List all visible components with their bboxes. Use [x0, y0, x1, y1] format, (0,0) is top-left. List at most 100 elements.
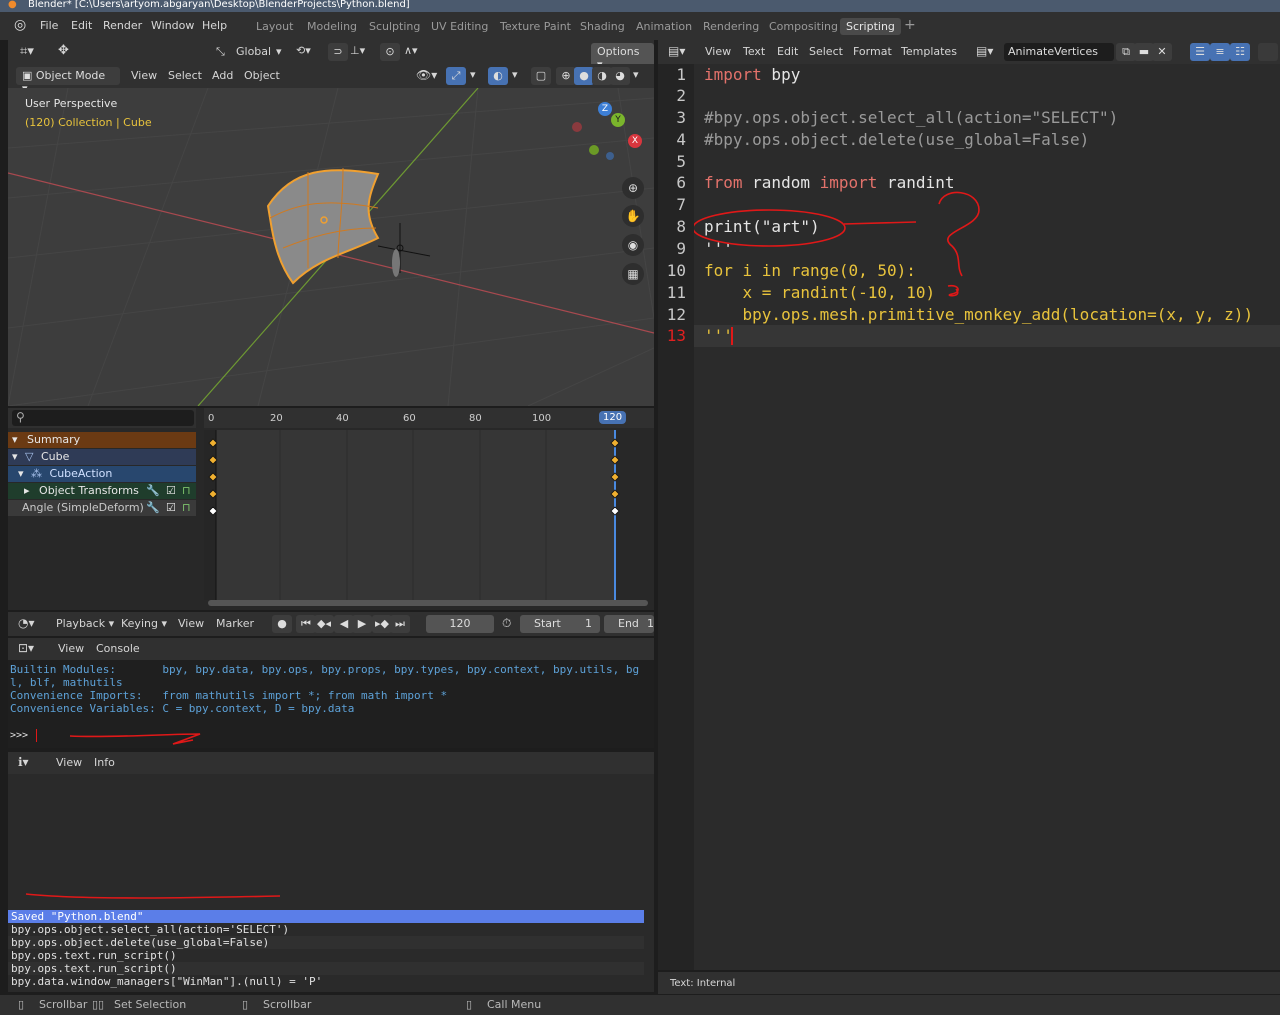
gizmo-neg-z[interactable]	[606, 152, 614, 160]
duplicate-text-icon[interactable]: ⧉	[1116, 43, 1136, 61]
menu-add[interactable]: Add	[212, 69, 233, 82]
orientation-dropdown[interactable]: Global	[236, 45, 271, 58]
tab-rendering[interactable]: Rendering	[697, 18, 765, 35]
wrench-icon[interactable]: 🔧	[146, 500, 160, 516]
close-icon[interactable]: ✕	[1152, 43, 1172, 61]
menu-edit[interactable]: Edit	[777, 45, 798, 58]
ortho-grid-icon[interactable]: ▦	[622, 263, 644, 285]
chevron-down-icon[interactable]: ▾	[470, 68, 476, 81]
snap-target-icon[interactable]: ⊥▾	[350, 44, 365, 57]
tab-layout[interactable]: Layout	[250, 18, 299, 35]
tab-compositing[interactable]: Compositing	[763, 18, 844, 35]
add-workspace-button[interactable]: +	[898, 15, 922, 35]
snap-icon[interactable]: ⊃	[328, 43, 348, 61]
text-browse-icon[interactable]: ▤▾	[976, 44, 993, 58]
info-log-line[interactable]: bpy.ops.text.run_script()	[8, 949, 644, 962]
line-numbers-toggle-icon[interactable]: ☰	[1190, 43, 1210, 61]
next-keyframe-icon[interactable]: ▸◆	[372, 615, 392, 633]
wireframe-shading-icon[interactable]: ⊕	[556, 67, 576, 85]
tab-modeling[interactable]: Modeling	[301, 18, 363, 35]
prev-keyframe-icon[interactable]: ◆◂	[314, 615, 334, 633]
gizmo-x-axis[interactable]: X	[628, 134, 642, 148]
keying-dropdown[interactable]: Keying ▾	[121, 617, 167, 630]
wrench-icon[interactable]: 🔧	[146, 483, 160, 499]
collapse-arrow-icon[interactable]: ▾	[8, 467, 24, 480]
menu-view[interactable]: View	[58, 642, 84, 655]
dopesheet-scrollbar[interactable]	[208, 600, 648, 606]
editor-type-icon[interactable]: ⌗▾	[20, 44, 34, 59]
text-datablock-name[interactable]: AnimateVertices	[1004, 43, 1114, 61]
menu-format[interactable]: Format	[853, 45, 892, 58]
menu-help[interactable]: Help	[202, 19, 227, 32]
current-frame-indicator[interactable]: 120	[599, 411, 627, 424]
camera-view-icon[interactable]: ◉	[622, 234, 644, 256]
menu-templates[interactable]: Templates	[901, 45, 957, 58]
info-log-line[interactable]: bpy.data.window_managers["WinMan"].(null…	[8, 975, 644, 988]
chevron-down-icon[interactable]: ▾	[633, 68, 639, 81]
channel-search-input[interactable]: ⚲	[12, 410, 194, 426]
info-log-line[interactable]: bpy.ops.object.select_all(action='SELECT…	[8, 923, 644, 936]
menu-console[interactable]: Console	[96, 642, 140, 655]
menu-select[interactable]: Select	[168, 69, 202, 82]
tab-texture-paint[interactable]: Texture Paint	[494, 18, 577, 35]
frame-ruler[interactable]: 0 20 40 60 80 100 120	[204, 408, 654, 428]
menu-window[interactable]: Window	[151, 19, 194, 32]
menu-view[interactable]: View	[56, 756, 82, 769]
checkbox-icon[interactable]: ☑	[166, 500, 176, 516]
channel-object-transforms[interactable]: ▸ Object Transforms 🔧 ☑ ⊓	[8, 483, 196, 499]
expand-arrow-icon[interactable]: ▸	[8, 484, 30, 497]
gizmo-neg-y[interactable]	[589, 145, 599, 155]
info-log-line[interactable]: bpy.ops.object.delete(use_global=False)	[8, 936, 644, 949]
menu-info[interactable]: Info	[94, 756, 115, 769]
pivot-icon[interactable]: ⟲▾	[296, 44, 311, 57]
3d-viewport[interactable]: User Perspective (120) Collection | Cube…	[8, 88, 654, 406]
mode-dropdown[interactable]: ▣ Object Mode ▾	[16, 67, 120, 95]
tab-shading[interactable]: Shading	[574, 18, 631, 35]
orientation-icon[interactable]: ⤡	[216, 45, 225, 59]
tab-sculpting[interactable]: Sculpting	[363, 18, 426, 35]
cube-mesh[interactable]	[266, 167, 380, 285]
info-editor-icon[interactable]: ℹ▾	[18, 755, 29, 769]
word-wrap-toggle-icon[interactable]: ≡	[1210, 43, 1230, 61]
console-editor-icon[interactable]: ⊡▾	[18, 641, 34, 655]
pan-hand-icon[interactable]: ✋	[622, 205, 644, 227]
text-editor-icon[interactable]: ▤▾	[668, 44, 685, 58]
menu-marker[interactable]: Marker	[216, 617, 254, 630]
menu-object[interactable]: Object	[244, 69, 280, 82]
menu-edit[interactable]: Edit	[71, 19, 92, 32]
tab-scripting[interactable]: Scripting	[840, 18, 901, 35]
collapse-arrow-icon[interactable]: ▾	[8, 433, 18, 446]
menu-file[interactable]: File	[40, 19, 58, 32]
keyframe-area[interactable]	[204, 430, 654, 610]
menu-view[interactable]: View	[131, 69, 157, 82]
text-editor[interactable]: 1 2 3 4 5 6 7 8 9 10 11 12 13 import bpy…	[658, 64, 1280, 970]
record-icon[interactable]: ●	[272, 615, 292, 633]
gizmo-y-axis[interactable]: Y	[611, 113, 625, 127]
zoom-icon[interactable]: ⊕	[622, 177, 644, 199]
python-console[interactable]: Builtin Modules: bpy, bpy.data, bpy.ops,…	[8, 660, 654, 748]
menu-render[interactable]: Render	[103, 19, 142, 32]
lock-icon[interactable]: ⊓	[182, 500, 191, 516]
rendered-shading-icon[interactable]: ◕	[610, 67, 630, 85]
channel-cube-action[interactable]: ▾ ⁂ CubeAction	[8, 466, 196, 482]
lock-icon[interactable]: ⊓	[182, 483, 191, 499]
stopwatch-icon[interactable]: ⏱	[502, 616, 511, 631]
current-frame-field[interactable]: 120	[426, 615, 494, 633]
jump-end-icon[interactable]: ⏭	[390, 615, 410, 633]
chevron-down-icon[interactable]: ▾	[512, 68, 518, 81]
visibility-icon[interactable]: 👁▾	[416, 68, 437, 82]
proportional-edit-icon[interactable]: ⊙	[380, 43, 400, 61]
start-frame-field[interactable]: Start 1	[520, 615, 600, 633]
tab-uv-editing[interactable]: UV Editing	[425, 18, 494, 35]
channel-angle[interactable]: Angle (SimpleDeform) 🔧 ☑ ⊓	[8, 500, 196, 516]
blender-menu-icon[interactable]: ◎	[14, 17, 30, 33]
gizmo-toggle-icon[interactable]: ⤢	[446, 67, 466, 85]
playback-dropdown[interactable]: Playback ▾	[56, 617, 114, 630]
menu-view[interactable]: View	[178, 617, 204, 630]
tab-animation[interactable]: Animation	[630, 18, 698, 35]
jump-start-icon[interactable]: ⏮	[296, 615, 316, 633]
gizmo-z-axis[interactable]: Z	[598, 102, 612, 116]
falloff-icon[interactable]: ∧▾	[404, 44, 418, 57]
channel-summary[interactable]: ▾ Summary	[8, 432, 196, 448]
open-folder-icon[interactable]: ▬	[1134, 43, 1154, 61]
